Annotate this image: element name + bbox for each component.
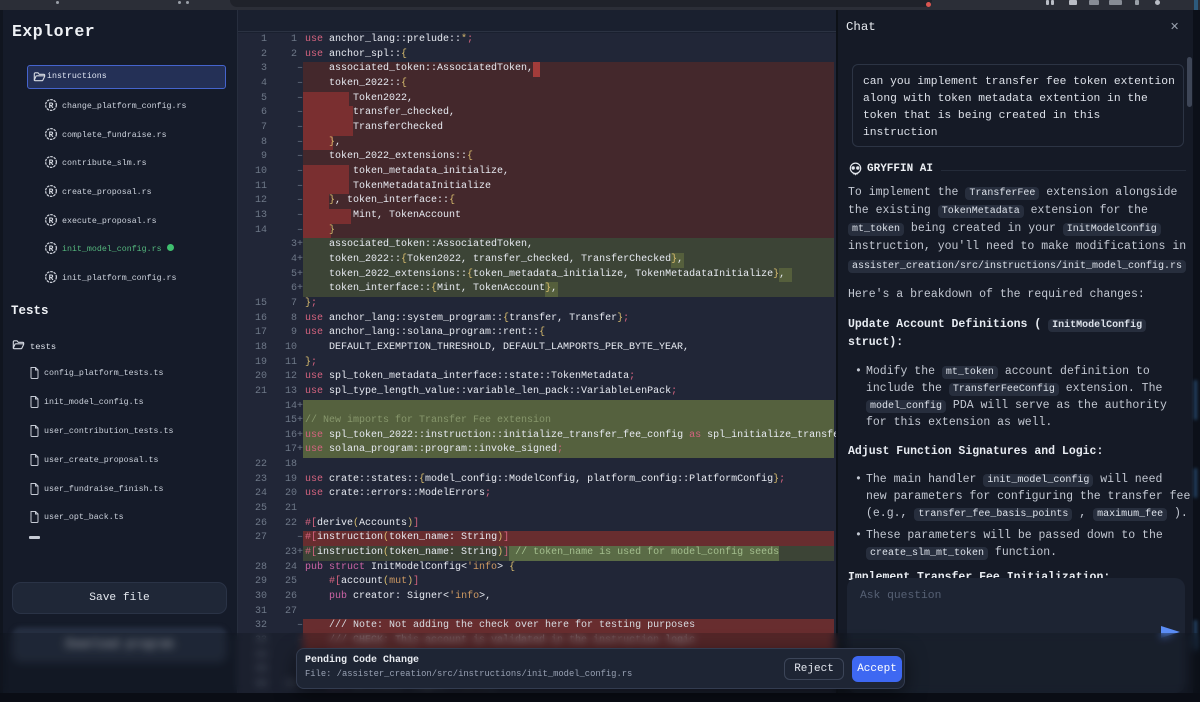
svg-text:R: R [49, 159, 54, 168]
svg-text:R: R [49, 217, 54, 226]
svg-text:R: R [49, 245, 54, 254]
svg-text:R: R [49, 188, 54, 197]
svg-text:R: R [49, 274, 54, 283]
svg-text:R: R [49, 131, 54, 140]
svg-text:R: R [49, 102, 54, 111]
